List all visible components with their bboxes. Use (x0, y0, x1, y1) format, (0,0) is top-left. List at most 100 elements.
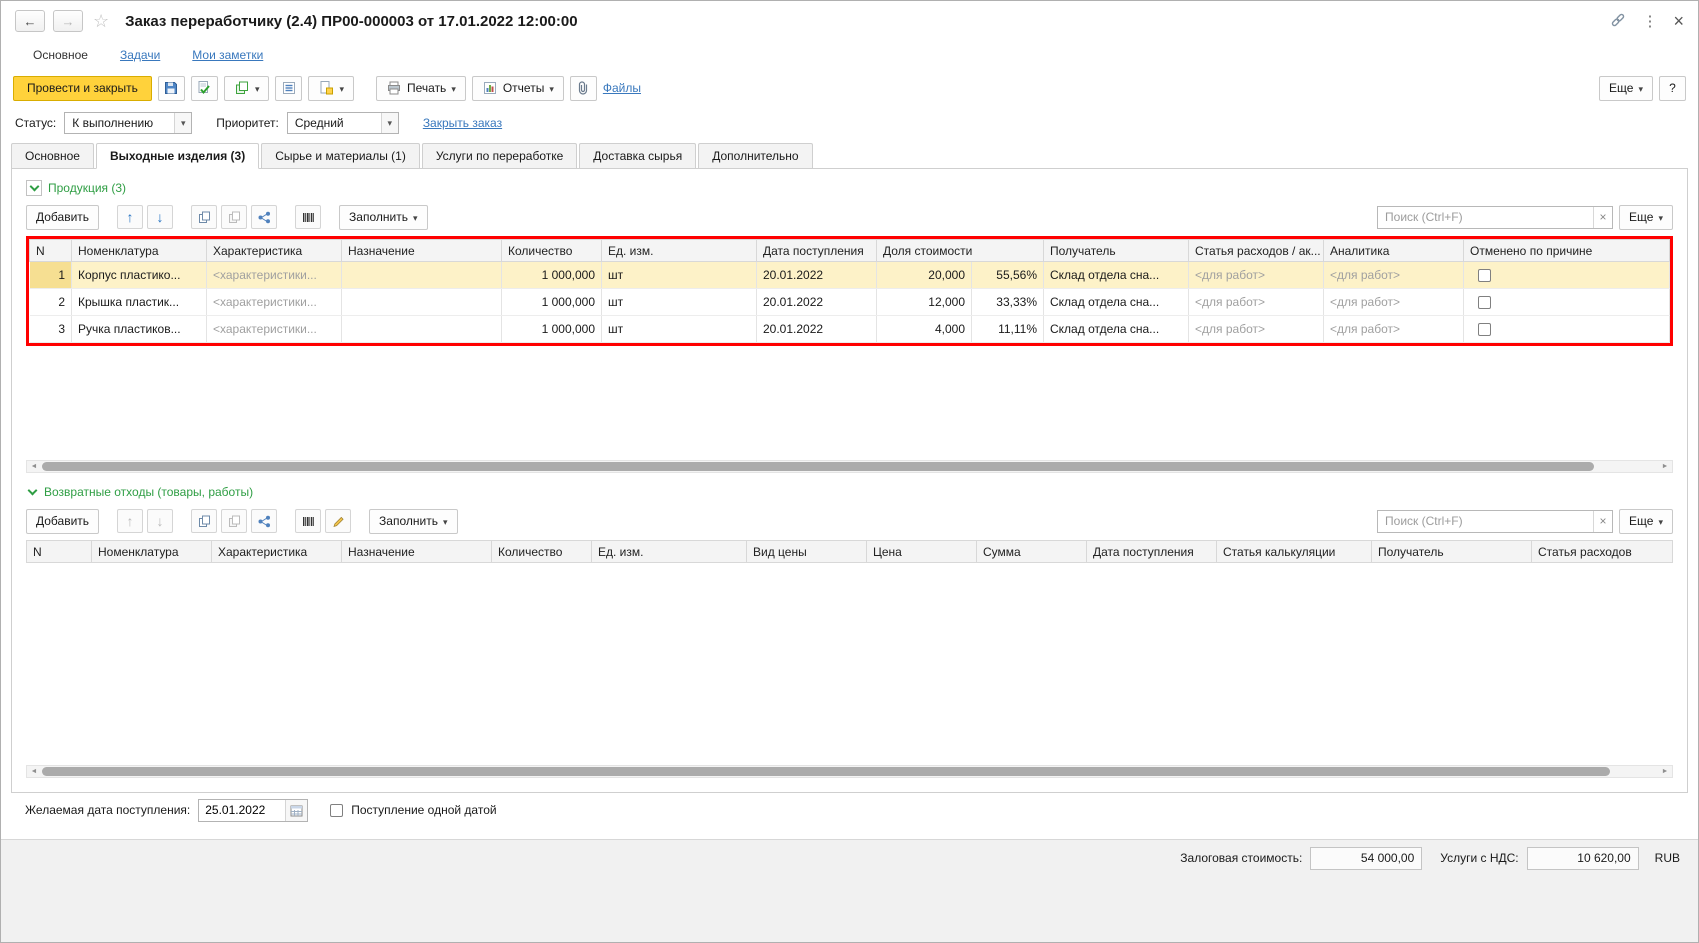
products-section-header[interactable]: Продукция (3) (26, 177, 1673, 199)
close-icon[interactable] (1673, 11, 1684, 32)
single-date-checkbox[interactable] (330, 803, 344, 817)
cell-unit[interactable]: шт (601, 261, 757, 289)
print-button[interactable]: Печать (376, 75, 466, 101)
cell-characteristic[interactable]: <характеристики... (206, 261, 342, 289)
scroll-right-arrow[interactable] (1658, 766, 1672, 777)
cell-receiver[interactable]: Склад отдела сна... (1043, 288, 1189, 316)
cell-cost-share[interactable]: 12,000 (876, 288, 972, 316)
desired-date-input[interactable] (199, 803, 286, 817)
scrollbar-thumb[interactable] (42, 767, 1611, 776)
reports-button[interactable]: Отчеты (471, 75, 564, 101)
move-up-button[interactable] (117, 205, 144, 229)
cell-receiver[interactable]: Склад отдела сна... (1043, 315, 1189, 343)
help-button[interactable]: ? (1659, 75, 1686, 101)
cell-cost-share-pct[interactable]: 33,33% (971, 288, 1044, 316)
cell-nomenclature[interactable]: Крышка пластик... (71, 288, 207, 316)
tab-processing-services[interactable]: Услуги по переработке (421, 143, 578, 168)
cell-receipt-date[interactable]: 20.01.2022 (756, 288, 877, 316)
cell-receiver[interactable]: Склад отдела сна... (1043, 261, 1189, 289)
copy-dropdown-button[interactable] (223, 75, 270, 101)
table-row[interactable]: 3 Ручка пластиков... <характеристики... … (29, 315, 1670, 343)
cell-characteristic[interactable]: <характеристики... (206, 315, 342, 343)
cell-cancelled[interactable] (1463, 315, 1670, 343)
cell-analytics[interactable]: <для работ> (1323, 288, 1464, 316)
cell-expense-item[interactable]: <для работ> (1188, 315, 1324, 343)
tab-output-products[interactable]: Выходные изделия (3) (95, 143, 260, 169)
cell-quantity[interactable]: 1 000,000 (501, 315, 602, 343)
barcode-button[interactable] (295, 509, 322, 533)
favorite-star-icon[interactable] (93, 11, 109, 32)
cancelled-checkbox[interactable] (1478, 296, 1491, 310)
cell-unit[interactable]: шт (601, 288, 757, 316)
more-button[interactable]: Еще (1599, 75, 1653, 101)
pledge-value[interactable]: 54 000,00 (1310, 846, 1423, 870)
table-row[interactable]: 2 Крышка пластик... <характеристики... 1… (29, 288, 1670, 316)
products-more-button[interactable]: Еще (1619, 204, 1673, 230)
more-menu-icon[interactable] (1642, 12, 1657, 30)
fill-button[interactable]: Заполнить (339, 204, 428, 230)
save-button[interactable] (157, 75, 185, 101)
cell-receipt-date[interactable]: 20.01.2022 (756, 315, 877, 343)
cell-unit[interactable]: шт (601, 315, 757, 343)
search-input[interactable] (1378, 510, 1594, 532)
tab-raw-delivery[interactable]: Доставка сырья (579, 143, 697, 168)
structure-button[interactable] (251, 509, 278, 533)
move-down-button[interactable] (147, 509, 174, 533)
cancelled-checkbox[interactable] (1478, 323, 1491, 337)
cell-expense-item[interactable]: <для работ> (1188, 288, 1324, 316)
cell-purpose[interactable] (341, 261, 502, 289)
nav-item-main[interactable]: Основное (33, 48, 88, 62)
move-up-button[interactable] (117, 509, 144, 533)
cell-cost-share[interactable]: 4,000 (876, 315, 972, 343)
paste-rows-button[interactable] (221, 205, 248, 229)
add-row-button[interactable]: Добавить (26, 508, 100, 534)
files-link[interactable]: Файлы (603, 81, 641, 95)
nav-item-tasks[interactable]: Задачи (120, 48, 160, 62)
fill-button[interactable]: Заполнить (369, 508, 458, 534)
collapse-chevron-icon[interactable] (26, 180, 42, 196)
scroll-right-arrow[interactable] (1658, 461, 1672, 472)
cell-purpose[interactable] (341, 288, 502, 316)
clear-search-icon[interactable] (1593, 206, 1612, 228)
tab-raw-materials[interactable]: Сырье и материалы (1) (261, 143, 420, 168)
waste-horizontal-scrollbar[interactable] (26, 765, 1673, 778)
cell-cost-share-pct[interactable]: 11,11% (971, 315, 1044, 343)
cell-analytics[interactable]: <для работ> (1323, 261, 1464, 289)
products-horizontal-scrollbar[interactable] (26, 460, 1673, 473)
cell-cost-share-pct[interactable]: 55,56% (971, 261, 1044, 289)
cell-purpose[interactable] (341, 315, 502, 343)
cell-quantity[interactable]: 1 000,000 (501, 288, 602, 316)
tab-main[interactable]: Основное (11, 143, 94, 168)
calendar-button[interactable] (285, 799, 308, 821)
link-icon[interactable] (1610, 12, 1626, 31)
scrollbar-thumb[interactable] (42, 462, 1595, 471)
scroll-left-arrow[interactable] (27, 461, 41, 472)
attachments-button[interactable] (569, 75, 597, 101)
forward-button[interactable] (53, 10, 83, 32)
cell-n[interactable]: 2 (29, 288, 72, 316)
tab-additional[interactable]: Дополнительно (698, 143, 813, 168)
cell-nomenclature[interactable]: Корпус пластико... (71, 261, 207, 289)
cell-expense-item[interactable]: <для работ> (1188, 261, 1324, 289)
waste-section-header[interactable]: Возвратные отходы (товары, работы) (26, 481, 1673, 503)
cell-characteristic[interactable]: <характеристики... (206, 288, 342, 316)
add-row-button[interactable]: Добавить (26, 204, 100, 230)
post-document-button[interactable] (190, 75, 218, 101)
table-row[interactable]: 1 Корпус пластико... <характеристики... … (29, 261, 1670, 289)
cell-cost-share[interactable]: 20,000 (876, 261, 972, 289)
status-select[interactable]: К выполнению (64, 112, 193, 134)
cell-cancelled[interactable] (1463, 261, 1670, 289)
create-based-on-button[interactable] (308, 75, 354, 101)
cell-receipt-date[interactable]: 20.01.2022 (756, 261, 877, 289)
waste-more-button[interactable]: Еще (1619, 508, 1673, 534)
priority-select[interactable]: Средний (286, 112, 399, 134)
cancelled-checkbox[interactable] (1478, 269, 1491, 283)
search-input[interactable] (1378, 206, 1594, 228)
cell-n[interactable]: 1 (29, 261, 72, 289)
cell-nomenclature[interactable]: Ручка пластиков... (71, 315, 207, 343)
cell-cancelled[interactable] (1463, 288, 1670, 316)
move-down-button[interactable] (147, 205, 174, 229)
close-order-link[interactable]: Закрыть заказ (423, 116, 502, 130)
back-button[interactable] (15, 10, 45, 32)
post-and-close-button[interactable]: Провести и закрыть (13, 75, 152, 101)
